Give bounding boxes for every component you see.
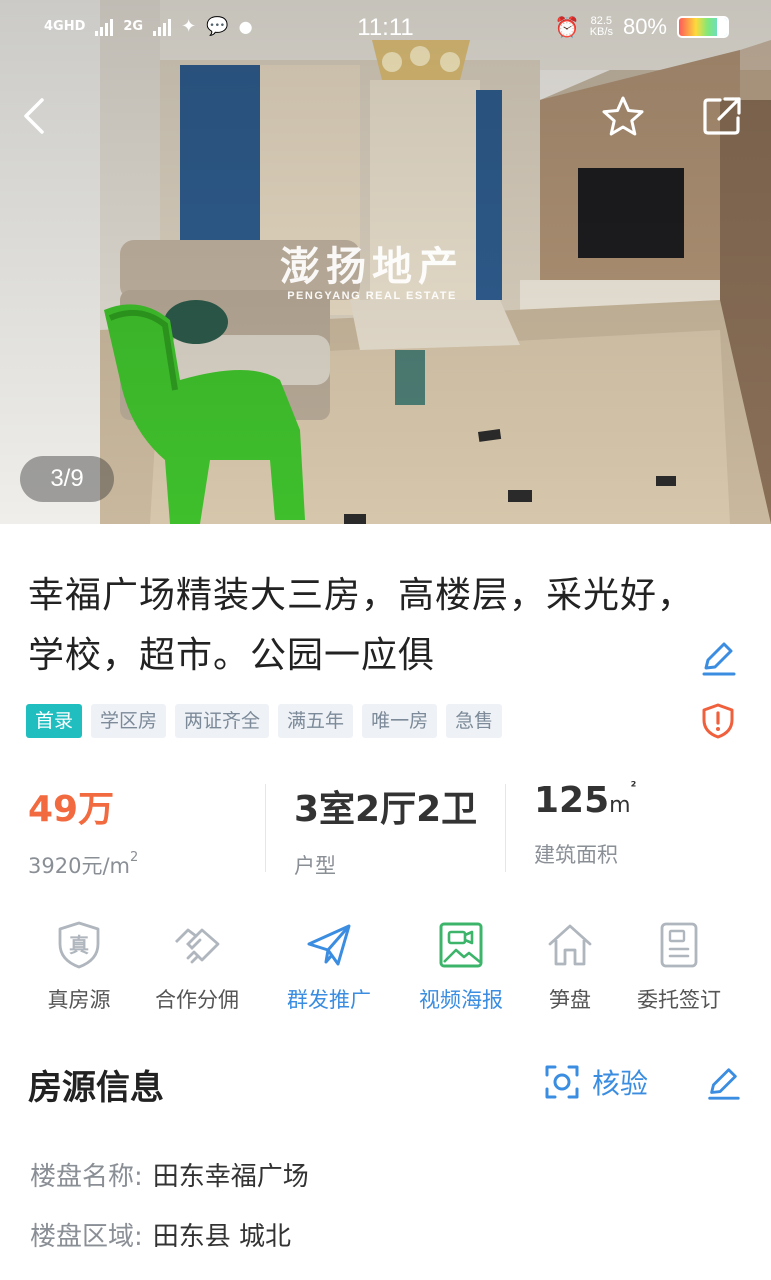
area-block: 125m² 建筑面积 [534, 780, 636, 869]
action-label: 委托签订 [637, 988, 721, 1012]
stat-divider [505, 784, 506, 872]
battery-icon [677, 16, 729, 38]
info-row-project-name: 楼盘名称: 田东幸福广场 [30, 1162, 309, 1192]
edit-info-icon[interactable] [704, 1064, 742, 1102]
tag-list: 首录 学区房 两证齐全 满五年 唯一房 急售 [26, 704, 503, 738]
action-label: 真房源 [47, 988, 111, 1012]
tag-certificates: 两证齐全 [175, 704, 270, 738]
listing-title: 幸福广场精装大三房，高楼层，采光好，学校，超市。公园一应俱 [28, 575, 695, 676]
agency-watermark: 澎扬地产 PENGYANG REAL ESTATE [280, 244, 464, 302]
action-label: 合作分佣 [155, 988, 239, 1012]
share-icon[interactable] [700, 94, 744, 138]
shield-true-icon: 真 [58, 921, 100, 969]
action-entrust-sign[interactable]: 委托签订 [614, 920, 744, 1014]
video-poster-icon [439, 922, 483, 968]
favorite-star-icon[interactable] [600, 94, 646, 140]
verify-label: 核验 [592, 1067, 649, 1100]
tag-school-district: 学区房 [91, 704, 167, 738]
action-label: 群发推广 [287, 988, 371, 1012]
listing-photo[interactable]: 4GHD 2G ✦ 💬 ● 11:11 ⏰ 82.5 KB/s 80% 澎扬地产 … [0, 0, 771, 524]
stat-divider [265, 784, 266, 872]
battery-percent: 80% [622, 14, 667, 39]
total-price: 49万 [28, 789, 115, 830]
room-layout: 3室2厅2卫 [294, 789, 478, 830]
tag-only-house: 唯一房 [362, 704, 438, 738]
layout-label: 户型 [294, 854, 336, 878]
action-cooperation[interactable]: 合作分佣 [132, 920, 262, 1014]
verify-button[interactable]: 核验 [544, 1062, 648, 1102]
tag-five-years: 满五年 [278, 704, 354, 738]
floor-area: 125m² [534, 780, 637, 821]
network-speed: 82.5 KB/s [589, 15, 613, 38]
photo-counter: 3/9 [20, 456, 114, 502]
action-mass-promote[interactable]: 群发推广 [264, 920, 394, 1014]
edit-title-icon[interactable] [698, 638, 738, 678]
action-true-listing[interactable]: 真 真房源 [14, 920, 144, 1014]
warning-shield-icon[interactable] [700, 702, 736, 740]
section-title: 房源信息 [28, 1068, 164, 1108]
alarm-icon: ⏰ [554, 16, 580, 39]
house-icon [548, 924, 592, 966]
tag-first-record: 首录 [26, 704, 83, 738]
status-bar: 4GHD 2G ✦ 💬 ● 11:11 ⏰ 82.5 KB/s 80% [0, 0, 771, 62]
svg-text:真: 真 [69, 933, 89, 957]
paper-plane-icon [307, 924, 351, 966]
area-label: 建筑面积 [534, 843, 618, 867]
tag-urgent-sale: 急售 [446, 704, 503, 738]
unit-price: 3920元/m2 [28, 850, 139, 878]
scan-icon [545, 1065, 579, 1099]
handshake-icon [175, 928, 220, 964]
back-arrow-icon[interactable] [14, 94, 54, 138]
layout-block: 3室2厅2卫 户型 [294, 780, 477, 880]
document-icon [660, 922, 698, 968]
info-row-project-area: 楼盘区域: 田东县 城北 [30, 1222, 292, 1252]
price-block: 49万 3920元/m2 [28, 780, 138, 880]
